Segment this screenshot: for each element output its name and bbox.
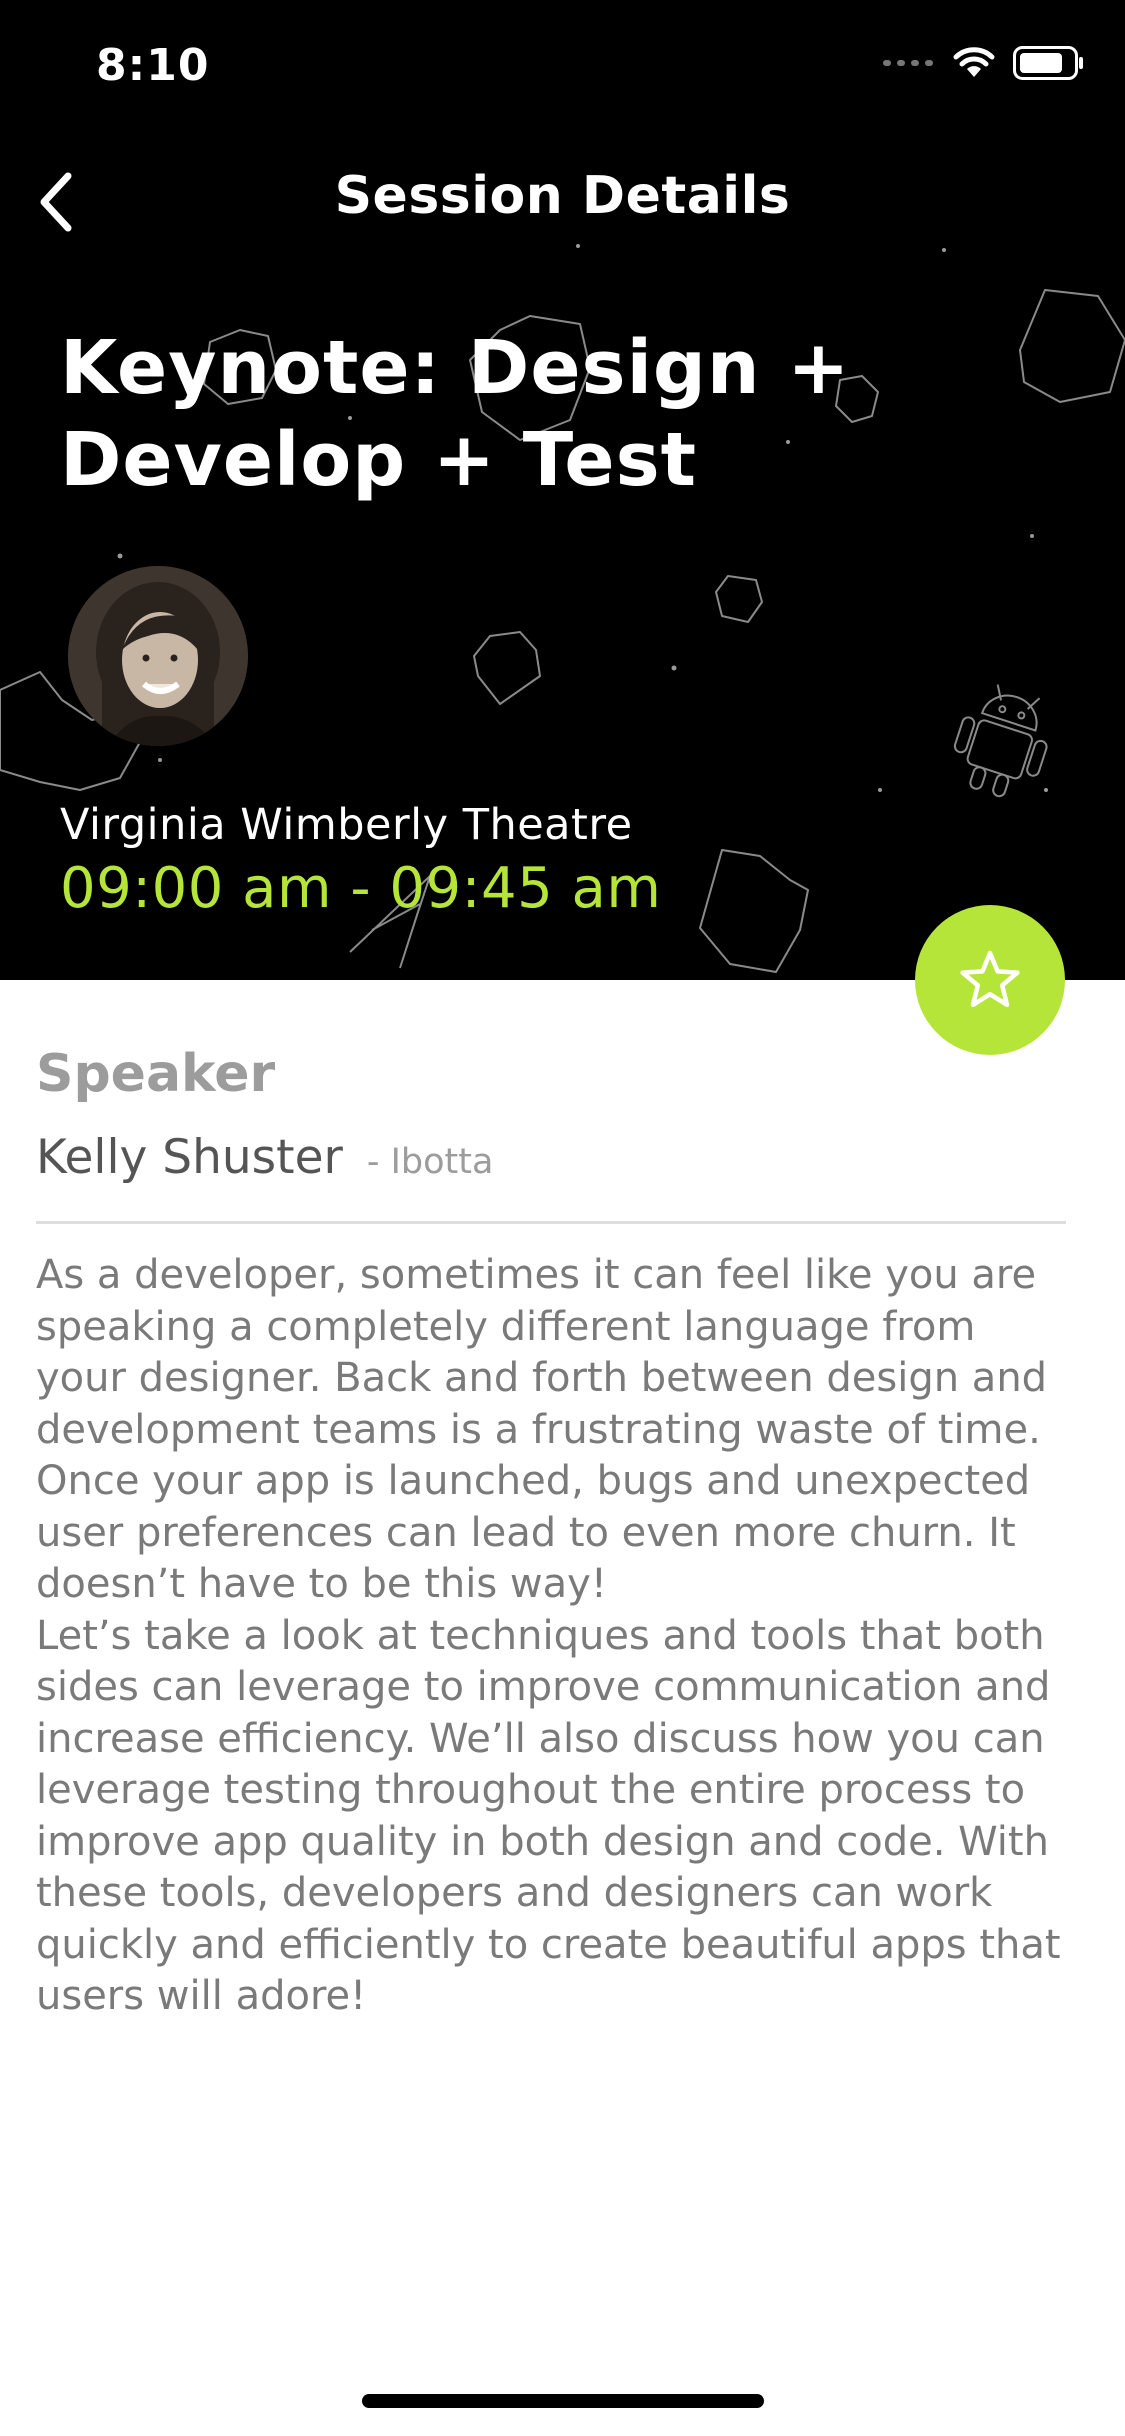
status-time: 8:10 — [96, 40, 210, 91]
status-icons — [883, 46, 1085, 80]
speaker-heading: Speaker — [36, 1044, 276, 1104]
session-title: Keynote: Design + Develop + Test — [60, 325, 851, 503]
star-outline-icon — [960, 950, 1020, 1008]
session-time: 09:00 am - 09:45 am — [60, 856, 662, 921]
page-title: Session Details — [334, 166, 791, 226]
favorite-button[interactable] — [915, 905, 1065, 1055]
status-bar: 8:10 — [0, 0, 1125, 132]
home-indicator — [362, 2394, 764, 2408]
session-content: Speaker Kelly Shuster - Ibotta As a deve… — [36, 1040, 1066, 2023]
session-header: 8:10 Session Details Keynote: Design + D… — [0, 0, 1125, 980]
wifi-icon — [953, 47, 995, 77]
speaker-row[interactable]: Kelly Shuster - Ibotta — [36, 1130, 1066, 1185]
divider — [36, 1221, 1066, 1224]
room-name: Virginia Wimberly Theatre — [60, 800, 633, 850]
speaker-name: Kelly Shuster — [36, 1130, 343, 1185]
session-description: As a developer, sometimes it can feel li… — [36, 1252, 1061, 2019]
android-robot-outline — [953, 684, 1048, 798]
session-details-screen: 8:10 Session Details Keynote: Design + D… — [0, 0, 1125, 2436]
speaker-company: - Ibotta — [366, 1142, 494, 1182]
speaker-avatar — [68, 566, 248, 746]
speaker-photo — [68, 566, 248, 746]
signal-dots-icon — [883, 60, 933, 66]
battery-icon — [1013, 46, 1083, 80]
navigation-bar: Session Details — [0, 150, 1125, 250]
